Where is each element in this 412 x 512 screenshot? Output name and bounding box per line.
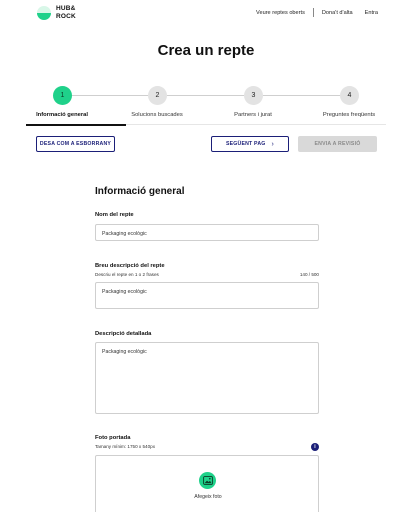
send-review-button[interactable]: ENVIA A REVISIÓ — [298, 136, 377, 152]
step-connector — [263, 95, 340, 96]
save-draft-button[interactable]: DESA COM A ESBORRANY — [36, 136, 115, 152]
cover-photo-help: Tamany mínim: 1750 x 540px — [95, 444, 156, 449]
logo-line-2: ROCK — [56, 12, 76, 20]
step-1-circle[interactable]: 1 — [53, 86, 72, 105]
logo-text: HUB& ROCK — [56, 5, 76, 20]
character-counter: 140 / 500 — [299, 272, 319, 277]
logo-icon — [37, 6, 51, 20]
step-connector — [72, 95, 148, 96]
detailed-description-label: Descripció detallada — [95, 331, 152, 337]
short-description-textarea[interactable]: Packaging ecològic — [95, 282, 319, 309]
step-2-label[interactable]: Solucions buscades — [131, 112, 183, 118]
step-1-label[interactable]: Informació general — [36, 112, 88, 118]
add-photo-label: Afegeix foto — [194, 494, 222, 500]
step-3-label[interactable]: Partners i jurat — [234, 112, 272, 118]
short-description-label: Breu descripció del repte — [95, 263, 165, 269]
step-connector — [167, 95, 244, 96]
chevron-right-icon: › — [271, 140, 275, 148]
detailed-description-textarea[interactable]: Packaging ecològic — [95, 342, 319, 414]
challenge-name-label: Nom del repte — [95, 212, 134, 218]
challenge-name-input[interactable]: Packaging ecològic — [95, 224, 319, 241]
send-review-label: ENVIA A REVISIÓ — [314, 141, 361, 147]
nav-login-link[interactable]: Entra — [365, 10, 378, 16]
step-4-circle[interactable]: 4 — [340, 86, 359, 105]
logo-line-1: HUB& — [56, 5, 76, 12]
header: HUB& ROCK Veure reptes oberts Dona't d'a… — [0, 0, 412, 26]
nav-divider — [312, 8, 314, 17]
photo-upload-area[interactable]: Afegeix foto — [95, 455, 319, 512]
step-4-label[interactable]: Preguntes freqüents — [323, 112, 375, 118]
nav-signup-link[interactable]: Dona't d'alta — [322, 10, 353, 16]
nav-open-challenges-link[interactable]: Veure reptes oberts — [256, 10, 305, 16]
stepper: 1 2 3 4 Informació general Solucions bus… — [0, 84, 412, 124]
page-title: Crea un repte — [157, 42, 255, 59]
save-draft-label: DESA COM A ESBORRANY — [39, 141, 112, 147]
step-active-underline — [26, 124, 126, 126]
logo[interactable]: HUB& ROCK — [36, 4, 82, 22]
top-nav: Veure reptes oberts Dona't d'alta Entra — [256, 8, 378, 17]
step-2-circle[interactable]: 2 — [148, 86, 167, 105]
image-glyph — [202, 476, 213, 485]
next-page-label: SEGÜENT PAG — [225, 141, 266, 147]
image-icon — [199, 472, 216, 489]
step-progress-track — [126, 124, 386, 125]
short-description-help: Descriu el repte en 1 o 2 frases — [95, 272, 159, 277]
section-title: Informació general — [95, 186, 185, 197]
info-icon[interactable]: i — [311, 443, 319, 451]
step-3-circle[interactable]: 3 — [244, 86, 263, 105]
cover-photo-label: Foto portada — [95, 435, 131, 441]
next-page-button[interactable]: SEGÜENT PAG › — [211, 136, 289, 152]
